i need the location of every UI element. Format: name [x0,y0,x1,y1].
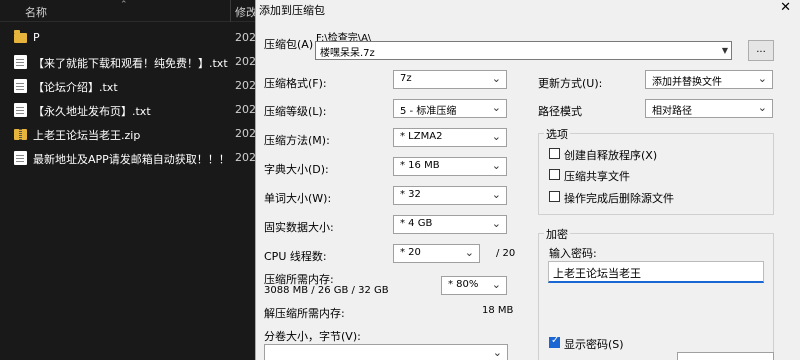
close-icon[interactable]: ✕ [780,0,791,15]
chevron-down-icon: ⌄ [491,188,501,201]
chevron-down-icon: ⌄ [491,217,501,230]
split-volume-label: 分卷大小，字节(V): [264,330,361,343]
checkbox-box[interactable] [549,191,560,202]
file-row[interactable]: 最新地址及APP请发邮箱自动获取！！！.... 202 [0,147,256,169]
path-mode-select[interactable]: 相对路径 ⌄ [645,99,773,118]
options-title: 选项 [544,126,570,142]
chevron-down-icon: ⌄ [491,101,501,114]
path-mode-label: 路径模式 [538,105,582,118]
method-select[interactable]: * LZMA2 ⌄ [393,128,507,147]
cpu-threads-total: / 20 [496,248,516,259]
split-volume-combobox[interactable]: ⌄ [264,344,508,360]
memory-decompress-label: 解压缩所需内存: [264,307,345,320]
format-select[interactable]: 7z ⌄ [393,70,507,89]
cpu-threads-label: CPU 线程数: [264,250,327,263]
file-date: 202 [235,55,256,68]
file-row[interactable]: P 202 [0,27,256,49]
chevron-down-icon: ⌄ [492,346,502,359]
cpu-threads-value: * 20 [400,247,421,258]
file-row[interactable]: 上老王论坛当老王.zip 202 [0,123,256,145]
dictionary-label: 字典大小(D): [264,163,329,176]
folder-icon [14,30,27,43]
update-mode-select[interactable]: 添加并替换文件 ⌄ [645,70,773,89]
method-label: 压缩方法(M): [264,134,330,147]
chevron-down-icon: ⌄ [491,278,501,291]
delete-after-label: 操作完成后删除源文件 [564,192,674,205]
level-value: 5 - 标准压缩 [400,106,457,117]
word-size-label: 单词大小(W): [264,192,332,205]
chevron-down-icon: ⌄ [491,130,501,143]
archive-label: 压缩包(A) [264,38,314,51]
file-name: 上老王论坛当老王.zip [33,129,141,142]
level-label: 压缩等级(L): [264,105,327,118]
password-value: 上老王论坛当老王 [553,267,641,280]
column-divider[interactable] [230,0,231,22]
method-value: * LZMA2 [400,131,443,142]
encryption-method-select[interactable] [677,352,774,360]
file-row[interactable]: 【永久地址发布页】.txt 202 [0,99,256,121]
file-row[interactable]: 【来了就能下载和观看！纯免费！】.txt 202 [0,51,256,73]
column-header-name[interactable]: 名称 [25,4,47,20]
file-date: 202 [235,31,256,44]
checkbox-checked-icon[interactable] [549,335,560,348]
file-name: P [33,31,40,44]
password-label: 输入密码: [549,247,597,260]
file-date: 202 [235,79,256,92]
solid-size-label: 固实数据大小: [264,221,334,234]
solid-size-select[interactable]: * 4 GB ⌄ [393,215,507,234]
zip-folder-icon [14,129,27,140]
archive-name-value: 楼嘿呆呆.7z [320,48,375,59]
document-icon [14,55,27,69]
checkbox-box[interactable] [549,169,560,180]
solid-size-value: * 4 GB [400,218,433,229]
document-icon [14,151,27,165]
create-sfx-label: 创建自释放程序(X) [564,149,658,162]
format-value: 7z [400,73,412,84]
file-name: 最新地址及APP请发邮箱自动获取！！！.... [33,153,229,166]
file-date: 202 [235,127,256,140]
chevron-down-icon: ⌄ [491,72,501,85]
chevron-down-icon: ⌄ [464,246,474,259]
sort-ascending-icon: ⌃ [120,0,128,10]
checkbox-box[interactable] [549,148,560,159]
word-size-value: * 32 [400,189,421,200]
file-row[interactable]: 【论坛介绍】.txt 202 [0,75,256,97]
dictionary-select[interactable]: * 16 MB ⌄ [393,157,507,176]
memory-percent-value: * 80% [448,279,479,290]
add-to-archive-dialog: 添加到压缩包 ✕ 压缩包(A) F:\检查完\A\ 楼嘿呆呆.7z ▼ ... … [255,0,800,360]
show-password-label: 显示密码(S) [564,338,624,351]
column-header-modified[interactable]: 修改 [235,4,257,20]
compress-shared-label: 压缩共享文件 [564,170,630,183]
file-name: 【永久地址发布页】.txt [33,105,151,118]
chevron-down-icon[interactable]: ▼ [722,46,728,55]
file-date: 202 [235,103,256,116]
file-date: 202 [235,151,256,164]
browse-button[interactable]: ... [748,40,774,61]
memory-decompress-value: 18 MB [482,305,514,316]
chevron-down-icon: ⌄ [491,159,501,172]
document-icon [14,103,27,117]
chevron-down-icon: ⌄ [757,72,767,85]
password-input[interactable]: 上老王论坛当老王 [548,261,764,283]
dictionary-value: * 16 MB [400,160,440,171]
document-icon [14,79,27,93]
cpu-threads-select[interactable]: * 20 ⌄ [393,244,480,263]
dialog-titlebar[interactable]: 添加到压缩包 ✕ [256,0,800,22]
chevron-down-icon: ⌄ [757,101,767,114]
file-name: 【来了就能下载和观看！纯免费！】.txt [33,57,228,70]
encryption-title: 加密 [544,226,570,242]
dialog-title: 添加到压缩包 [259,4,325,17]
format-label: 压缩格式(F): [264,77,327,90]
word-size-select[interactable]: * 32 ⌄ [393,186,507,205]
level-select[interactable]: 5 - 标准压缩 ⌄ [393,99,507,118]
update-mode-label: 更新方式(U): [538,77,603,90]
path-mode-value: 相对路径 [652,106,692,117]
memory-percent-select[interactable]: * 80% ⌄ [441,276,507,295]
archive-name-combobox[interactable]: 楼嘿呆呆.7z ▼ [315,41,732,60]
file-name: 【论坛介绍】.txt [33,81,118,94]
memory-compress-detail: 3088 MB / 26 GB / 32 GB [264,285,389,296]
update-mode-value: 添加并替换文件 [652,77,722,88]
